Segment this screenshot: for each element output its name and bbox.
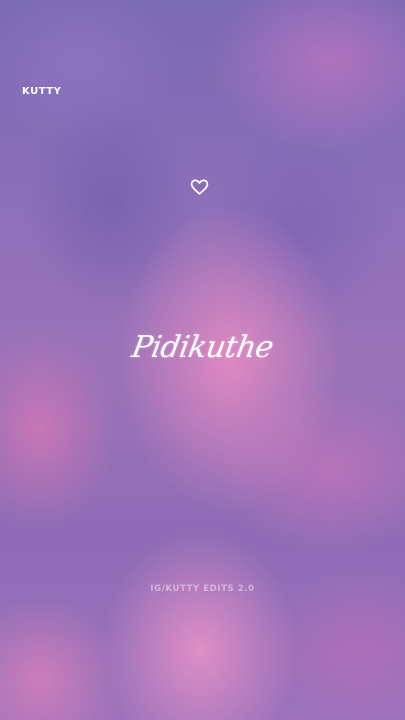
video-frame: KUTTY Pidikuthe IG/KUTTY EDITS 2.0 bbox=[0, 0, 405, 720]
brand-label: KUTTY bbox=[22, 86, 62, 97]
watermark-text: IG/KUTTY EDITS 2.0 bbox=[150, 584, 255, 594]
heart-icon bbox=[190, 179, 209, 195]
lyric-text: Pidikuthe bbox=[129, 330, 276, 365]
